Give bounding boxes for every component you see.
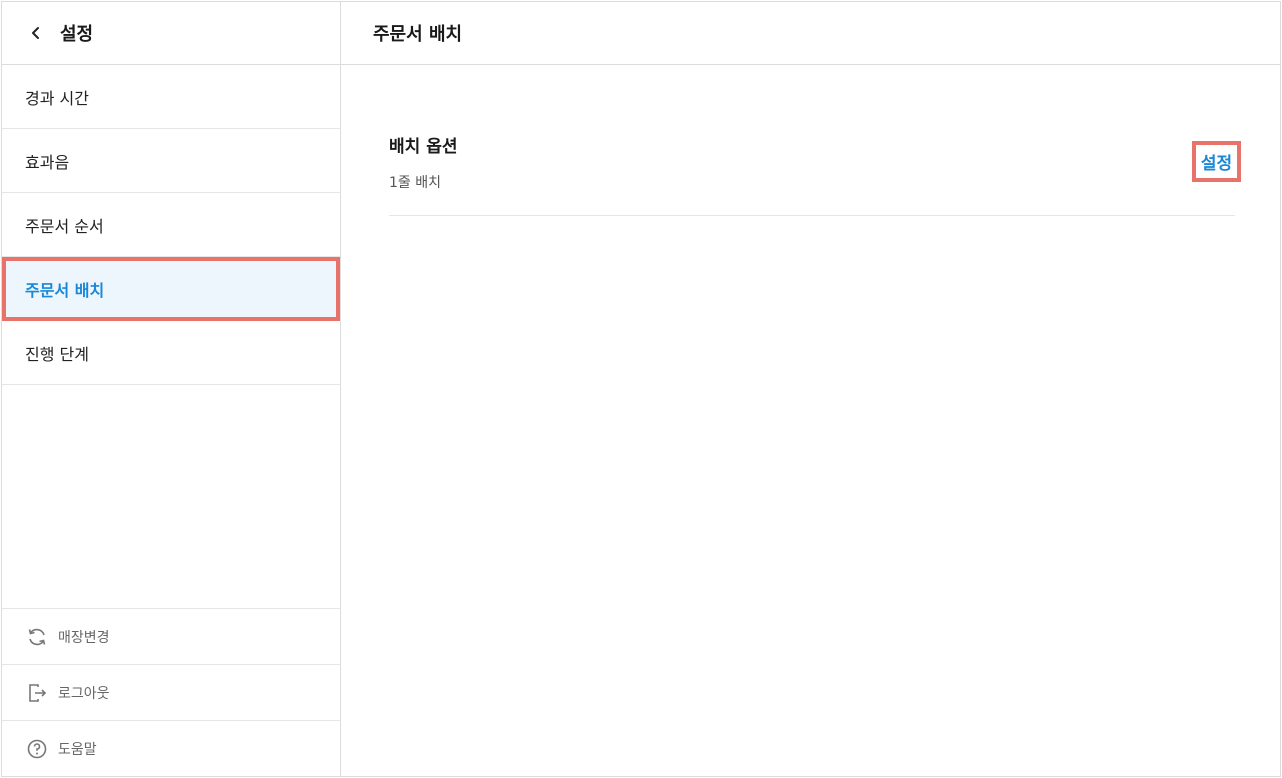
sidebar-item-order-sequence[interactable]: 주문서 순서 <box>2 193 340 257</box>
change-store-label: 매장변경 <box>58 629 110 646</box>
sidebar-item-sound-effect[interactable]: 효과음 <box>2 129 340 193</box>
settings-button[interactable]: 설정 <box>1192 141 1241 182</box>
sidebar-header: 설정 <box>2 2 340 65</box>
sidebar: 설정 경과 시간 효과음 주문서 순서 주문서 배치 진행 단계 매장변경 로그… <box>2 2 341 776</box>
app-window: 설정 경과 시간 효과음 주문서 순서 주문서 배치 진행 단계 매장변경 로그… <box>1 1 1281 777</box>
help-icon <box>26 738 48 760</box>
option-value: 1줄 배치 <box>389 175 441 191</box>
sidebar-item-progress-steps[interactable]: 진행 단계 <box>2 321 340 385</box>
logout-label: 로그아웃 <box>58 685 110 702</box>
sidebar-item-elapsed-time[interactable]: 경과 시간 <box>2 65 340 129</box>
option-title: 배치 옵션 <box>389 137 458 157</box>
sidebar-item-label: 주문서 배치 <box>25 280 105 300</box>
main-panel: 주문서 배치 배치 옵션 1줄 배치 설정 <box>341 2 1280 776</box>
refresh-icon <box>26 626 48 648</box>
help-label: 도움말 <box>58 741 97 758</box>
sidebar-item-label: 경과 시간 <box>25 88 89 108</box>
chevron-left-icon[interactable] <box>24 21 48 45</box>
sidebar-item-label: 주문서 순서 <box>25 216 104 236</box>
help-button[interactable]: 도움말 <box>2 720 340 776</box>
change-store-button[interactable]: 매장변경 <box>2 608 340 664</box>
sidebar-item-label: 효과음 <box>25 152 70 172</box>
sidebar-footer: 매장변경 로그아웃 도움말 <box>2 608 340 776</box>
logout-icon <box>26 682 48 704</box>
sidebar-item-order-layout[interactable]: 주문서 배치 <box>2 257 340 321</box>
page-title: 주문서 배치 <box>341 2 1280 65</box>
sidebar-title: 설정 <box>60 24 94 45</box>
sidebar-item-label: 진행 단계 <box>25 344 89 364</box>
layout-option-row: 배치 옵션 1줄 배치 설정 <box>389 66 1241 216</box>
logout-button[interactable]: 로그아웃 <box>2 664 340 720</box>
